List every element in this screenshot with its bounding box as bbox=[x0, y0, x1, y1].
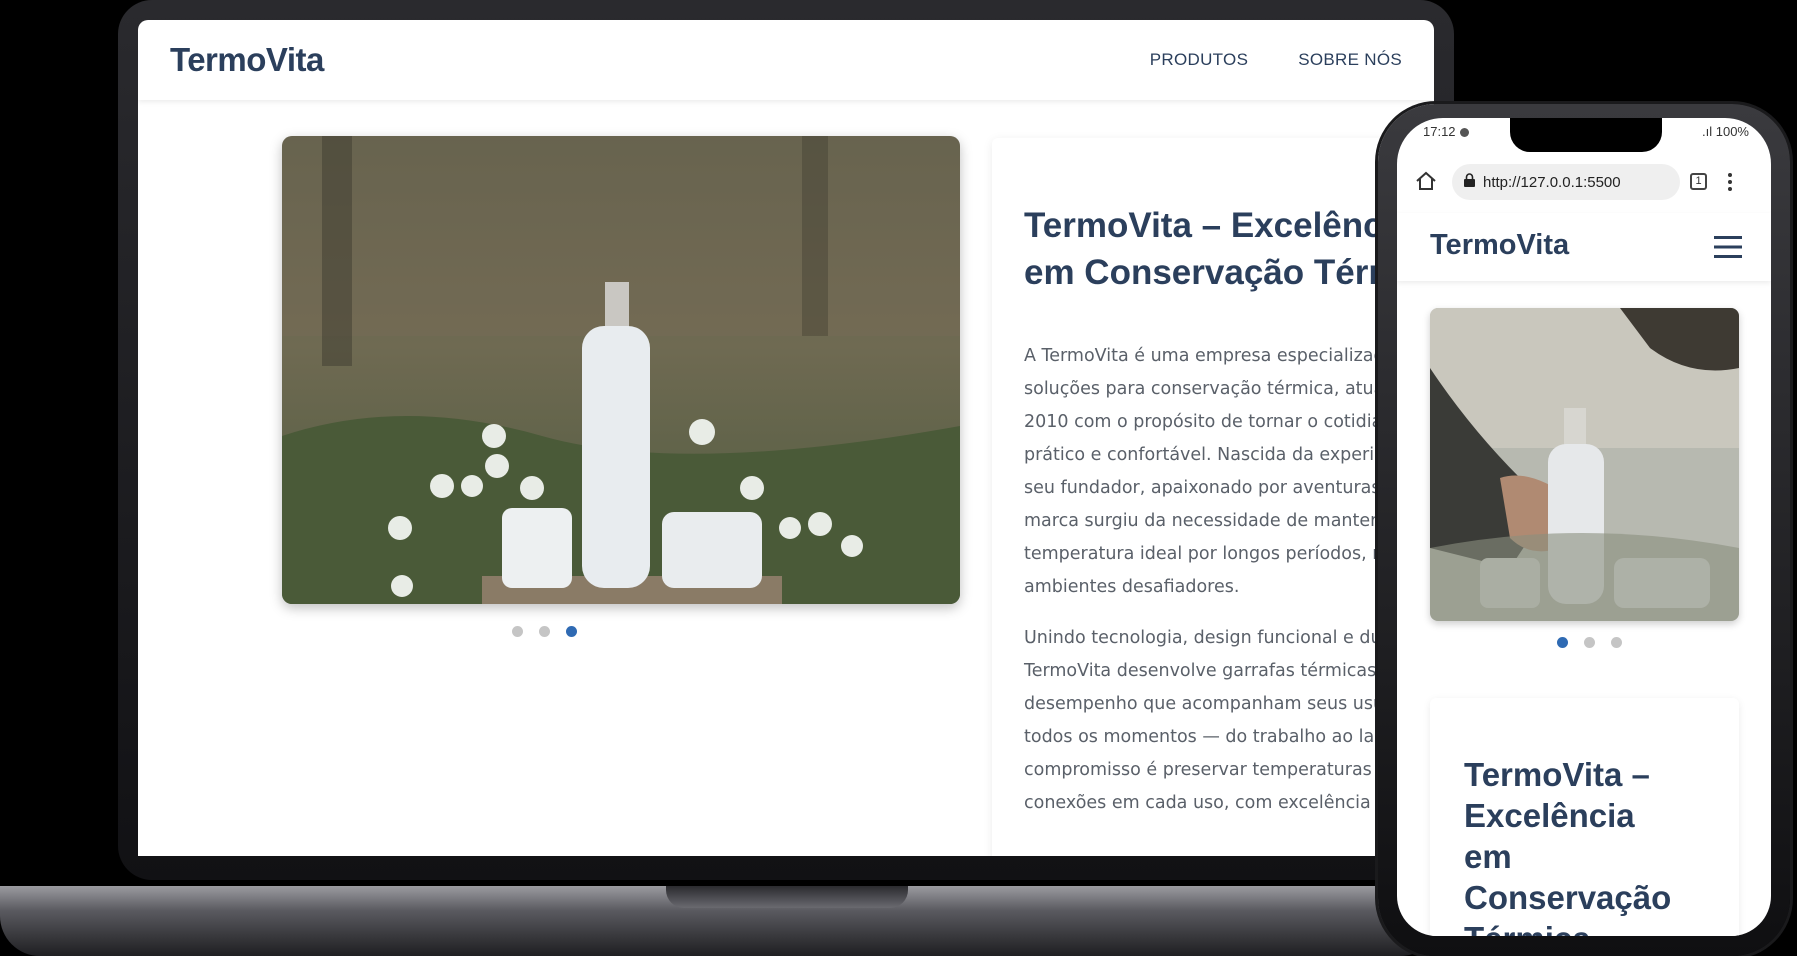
carousel-indicators bbox=[512, 626, 577, 637]
laptop-screen: TermoVita PRODUTOS SOBRE NÓS TermoVita –… bbox=[138, 20, 1434, 856]
nav-link-sobre-nos[interactable]: SOBRE NÓS bbox=[1298, 50, 1402, 70]
mobile-carousel-dot-1[interactable] bbox=[1557, 637, 1568, 648]
title-line: em bbox=[1464, 838, 1512, 875]
lock-icon bbox=[1464, 173, 1475, 191]
title-line: Conservação bbox=[1464, 879, 1672, 916]
laptop-hinge bbox=[666, 886, 908, 908]
paragraph-line: compromisso é preservar temperaturas e bbox=[1024, 760, 1389, 780]
paragraph-line: 2010 com o propósito de tornar o cotidia… bbox=[1024, 412, 1394, 432]
status-time: 17:12 bbox=[1423, 124, 1469, 139]
paragraph-line: seu fundador, apaixonado por aventuras a bbox=[1024, 478, 1397, 498]
product-photo bbox=[282, 136, 960, 604]
main-nav: PRODUTOS SOBRE NÓS bbox=[1150, 50, 1402, 70]
carousel-dot-3[interactable] bbox=[566, 626, 577, 637]
about-title-line-1: TermoVita – Excelênc bbox=[1024, 206, 1383, 245]
browser-toolbar: http://127.0.0.1:5500 1 bbox=[1397, 158, 1771, 208]
about-card: TermoVita – Excelênc em Conservação Térm… bbox=[992, 138, 1434, 856]
mobile-site-header: TermoVita bbox=[1397, 213, 1771, 281]
address-bar[interactable]: http://127.0.0.1:5500 bbox=[1452, 164, 1680, 200]
title-line: Excelência bbox=[1464, 797, 1635, 834]
status-time-text: 17:12 bbox=[1423, 124, 1456, 139]
title-line: Térmica bbox=[1464, 918, 1724, 936]
title-line: TermoVita – bbox=[1464, 756, 1650, 793]
carousel-dot-1[interactable] bbox=[512, 626, 523, 637]
about-paragraph-1: A TermoVita é uma empresa especializada … bbox=[1024, 340, 1424, 604]
paragraph-line: ambientes desafiadores. bbox=[1024, 577, 1240, 597]
paragraph-line: todos os momentos — do trabalho ao laze bbox=[1024, 727, 1395, 747]
phone-notch bbox=[1510, 118, 1662, 152]
tab-switcher-icon[interactable]: 1 bbox=[1690, 173, 1707, 190]
paragraph-line: desempenho que acompanham seus usuá bbox=[1024, 694, 1395, 714]
more-options-icon[interactable] bbox=[1727, 172, 1733, 196]
paragraph-line: marca surgiu da necessidade de manter be bbox=[1024, 511, 1405, 531]
site-logo[interactable]: TermoVita bbox=[170, 41, 324, 79]
product-photo-mobile bbox=[1430, 308, 1739, 621]
mobile-about-title: TermoVita – Excelência em Conservação Té… bbox=[1464, 754, 1724, 936]
nav-link-produtos[interactable]: PRODUTOS bbox=[1150, 50, 1248, 70]
about-title: TermoVita – Excelênc em Conservação Térm bbox=[1024, 202, 1434, 296]
hamburger-menu-icon[interactable] bbox=[1714, 235, 1742, 263]
paragraph-line: prático e confortável. Nascida da experi… bbox=[1024, 445, 1396, 465]
notification-icon bbox=[1459, 128, 1469, 137]
about-title-line-2: em Conservação Térm bbox=[1024, 253, 1400, 292]
home-icon[interactable] bbox=[1415, 170, 1437, 196]
paragraph-line: A TermoVita é uma empresa especializada bbox=[1024, 346, 1396, 366]
paragraph-line: temperatura ideal por longos períodos, m… bbox=[1024, 544, 1401, 564]
carousel-dot-2[interactable] bbox=[539, 626, 550, 637]
paragraph-line: Unindo tecnologia, design funcional e du… bbox=[1024, 628, 1400, 648]
carousel-slide-image[interactable] bbox=[282, 136, 960, 604]
site-header: TermoVita PRODUTOS SOBRE NÓS bbox=[138, 20, 1434, 100]
url-text: http://127.0.0.1:5500 bbox=[1483, 173, 1621, 191]
mobile-about-card: TermoVita – Excelência em Conservação Té… bbox=[1430, 698, 1739, 936]
mobile-site-logo[interactable]: TermoVita bbox=[1430, 229, 1569, 262]
mobile-carousel-dot-3[interactable] bbox=[1611, 637, 1622, 648]
about-paragraph-2: Unindo tecnologia, design funcional e du… bbox=[1024, 622, 1424, 820]
mobile-carousel-indicators bbox=[1557, 637, 1622, 648]
paragraph-line: TermoVita desenvolve garrafas térmicas d… bbox=[1024, 661, 1404, 681]
mobile-carousel-slide-image[interactable] bbox=[1430, 308, 1739, 621]
paragraph-line: soluções para conservação térmica, atuan bbox=[1024, 379, 1396, 399]
paragraph-line: conexões em cada uso, com excelência e i bbox=[1024, 793, 1398, 813]
phone-screen: 17:12 .ıl 100% http://127.0.0.1:5500 1 T… bbox=[1397, 118, 1771, 936]
mobile-carousel-dot-2[interactable] bbox=[1584, 637, 1595, 648]
battery-indicator: .ıl 100% bbox=[1702, 124, 1749, 139]
